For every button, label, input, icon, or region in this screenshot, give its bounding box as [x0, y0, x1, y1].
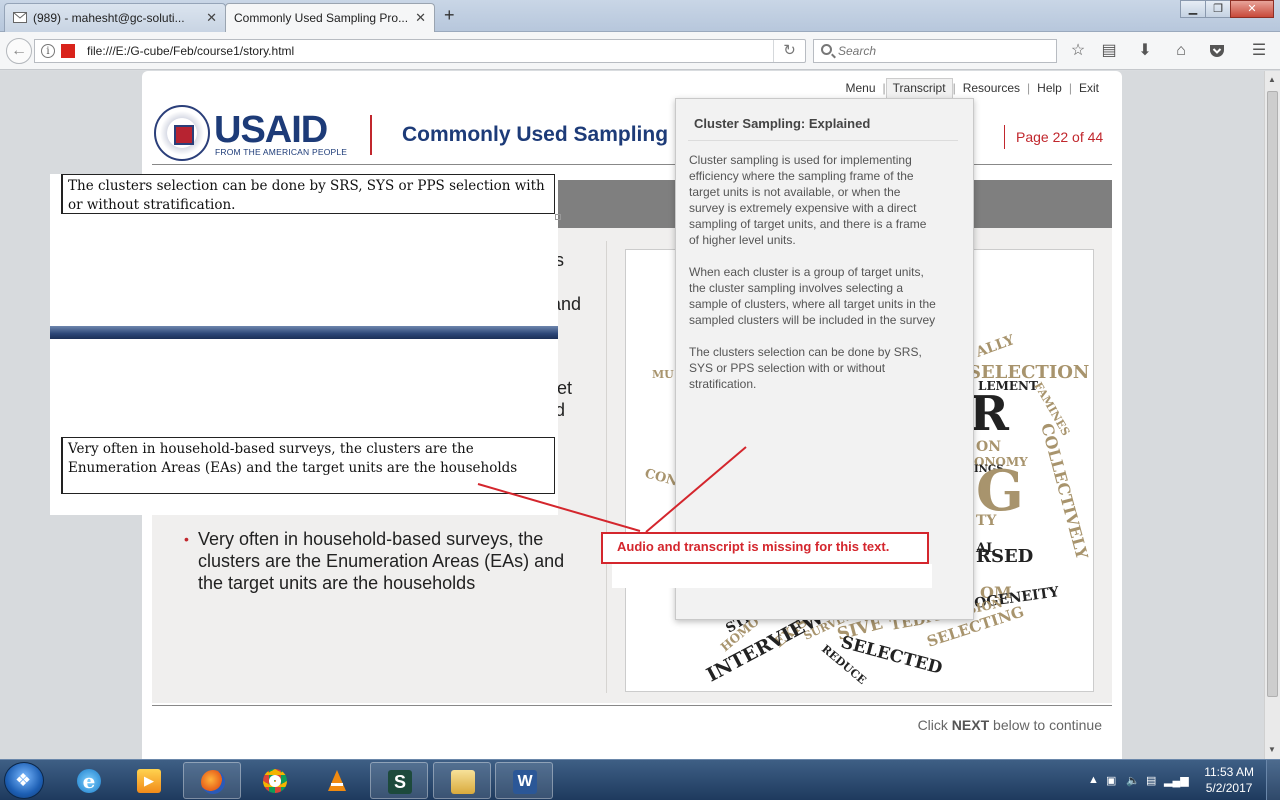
scrollbar-thumb[interactable] [1267, 91, 1278, 697]
logo-word: USAID [214, 109, 328, 151]
next-keyword: NEXT [951, 717, 990, 733]
system-clock[interactable]: 11:53 AM 5/2/2017 [1204, 764, 1254, 796]
scroll-down-icon[interactable]: ▼ [1268, 745, 1276, 754]
logo-tagline: FROM THE AMERICAN PEOPLE [215, 147, 348, 157]
cloud-word: TY [976, 513, 997, 529]
pocket-icon[interactable] [1207, 41, 1227, 61]
table-cell: The clusters selection can be done by SR… [62, 174, 555, 214]
transcript-title: Cluster Sampling: Explained [694, 116, 871, 131]
storyline-icon[interactable]: S [370, 762, 428, 799]
transcript-divider [688, 140, 958, 141]
menu-icon[interactable]: ☰ [1249, 41, 1269, 61]
vertical-scrollbar[interactable]: ▲ ▼ [1264, 71, 1280, 759]
tab-email[interactable]: (989) - mahesht@gc-soluti... ✕ [4, 3, 226, 32]
table-cell [50, 174, 62, 214]
url-text[interactable]: file:///E:/G-cube/Feb/course1/story.html [87, 44, 294, 58]
ie-icon[interactable]: e [60, 762, 118, 799]
cloud-word: COLLECTIVELY [1037, 421, 1092, 561]
network-warning-icon[interactable]: ▤ [1146, 774, 1156, 787]
file-explorer-icon[interactable] [433, 762, 491, 799]
cloud-word: MU [652, 368, 674, 381]
help-link[interactable]: Help [1030, 81, 1069, 101]
tab-title: (989) - mahesht@gc-soluti... [33, 11, 185, 25]
reload-icon[interactable]: ↻ [773, 40, 805, 62]
signal-icon[interactable]: ▂▄▆ [1164, 774, 1189, 787]
close-icon[interactable]: ✕ [206, 10, 217, 26]
continue-hint: Click NEXT below to continue [918, 717, 1102, 733]
footer-rule [152, 705, 1112, 706]
back-button[interactable]: ← [6, 38, 32, 64]
tray-app-icon[interactable]: ▣ [1106, 774, 1116, 787]
slide-title: Commonly Used Sampling [402, 123, 669, 146]
clock-date: 5/2/2017 [1205, 781, 1253, 795]
volume-icon[interactable]: 🔈 [1126, 774, 1140, 787]
cloud-word: ON [976, 439, 1001, 455]
minimize-button[interactable]: ▁ [1180, 0, 1206, 18]
tab-title: Commonly Used Sampling Pro... [234, 11, 409, 25]
tray-expand-icon[interactable]: ▲ [1088, 774, 1099, 786]
page-divider [1004, 125, 1005, 149]
continue-suffix: below to continue [993, 717, 1102, 733]
table-cell [50, 437, 62, 494]
title-divider [370, 115, 372, 155]
maximize-button[interactable]: ❐ [1205, 0, 1231, 18]
system-tray: ▲ ▣ 🔈 ▤ ▂▄▆ 11:53 AM 5/2/2017 [1080, 760, 1280, 800]
search-bar[interactable] [813, 39, 1057, 63]
info-icon[interactable]: i [41, 44, 55, 58]
window-controls: ▁ ❐ ✕ [1180, 0, 1274, 20]
cloud-word: RSED [976, 546, 1033, 567]
callout-backdrop [612, 564, 932, 588]
show-desktop-button[interactable] [1266, 760, 1280, 800]
navigation-bar: ← i file:///E:/G-cube/Feb/course1/story.… [0, 32, 1280, 70]
chrome-icon[interactable] [246, 762, 304, 799]
reading-list-icon[interactable]: ▤ [1099, 41, 1119, 61]
word-icon[interactable]: W [495, 762, 553, 799]
annotation-cropped-table: The clusters selection can be done by SR… [50, 174, 561, 515]
mail-icon [13, 12, 27, 23]
new-tab-button[interactable]: + [444, 5, 455, 26]
transcript-paragraph: When each cluster is a group of target u… [689, 265, 936, 327]
home-icon[interactable]: ⌂ [1171, 41, 1191, 61]
scroll-up-icon[interactable]: ▲ [1268, 75, 1276, 84]
cloud-word: R [969, 386, 1010, 442]
search-icon [821, 44, 832, 55]
tab-sampling[interactable]: Commonly Used Sampling Pro... ✕ [225, 3, 435, 32]
column-divider [606, 241, 607, 693]
usaid-seal-icon [154, 105, 210, 161]
table-band [50, 326, 558, 339]
bookmark-star-icon[interactable]: ☆ [1068, 41, 1088, 61]
cloud-word: ALLY [973, 332, 1018, 361]
transcript-paragraph: Cluster sampling is used for implementin… [689, 153, 927, 247]
close-icon[interactable]: ✕ [415, 10, 426, 26]
address-bar[interactable]: i file:///E:/G-cube/Feb/course1/story.ht… [34, 39, 806, 63]
windows-taskbar: e ▶ S W ▲ ▣ 🔈 ▤ ▂▄▆ 11:53 AM 5/2/2017 [0, 759, 1280, 800]
clock-time: 11:53 AM [1204, 765, 1254, 779]
tab-bar: (989) - mahesht@gc-soluti... ✕ Commonly … [0, 0, 1280, 32]
firefox-icon[interactable] [183, 762, 241, 799]
exit-link[interactable]: Exit [1072, 81, 1106, 101]
search-input[interactable] [838, 43, 1048, 59]
transcript-paragraph: The clusters selection can be done by SR… [689, 345, 922, 391]
usaid-logo: USAID [214, 109, 328, 152]
media-player-icon[interactable]: ▶ [120, 762, 178, 799]
review-callout: Audio and transcript is missing for this… [601, 532, 929, 564]
cloud-word: CON [643, 466, 679, 489]
page-number: Page 22 of 44 [1016, 129, 1104, 145]
resize-handle [555, 214, 561, 220]
continue-prefix: Click [917, 717, 948, 733]
vlc-icon[interactable] [308, 762, 366, 799]
table-cell: Very often in household-based surveys, t… [62, 437, 555, 494]
bullet-text: Very often in household-based surveys, t… [184, 528, 584, 594]
page-icon [61, 44, 75, 58]
transcript-body: Cluster sampling is used for implementin… [689, 152, 939, 408]
download-icon[interactable]: ⬇ [1135, 41, 1155, 61]
start-button[interactable] [4, 762, 44, 799]
close-window-button[interactable]: ✕ [1230, 0, 1274, 18]
